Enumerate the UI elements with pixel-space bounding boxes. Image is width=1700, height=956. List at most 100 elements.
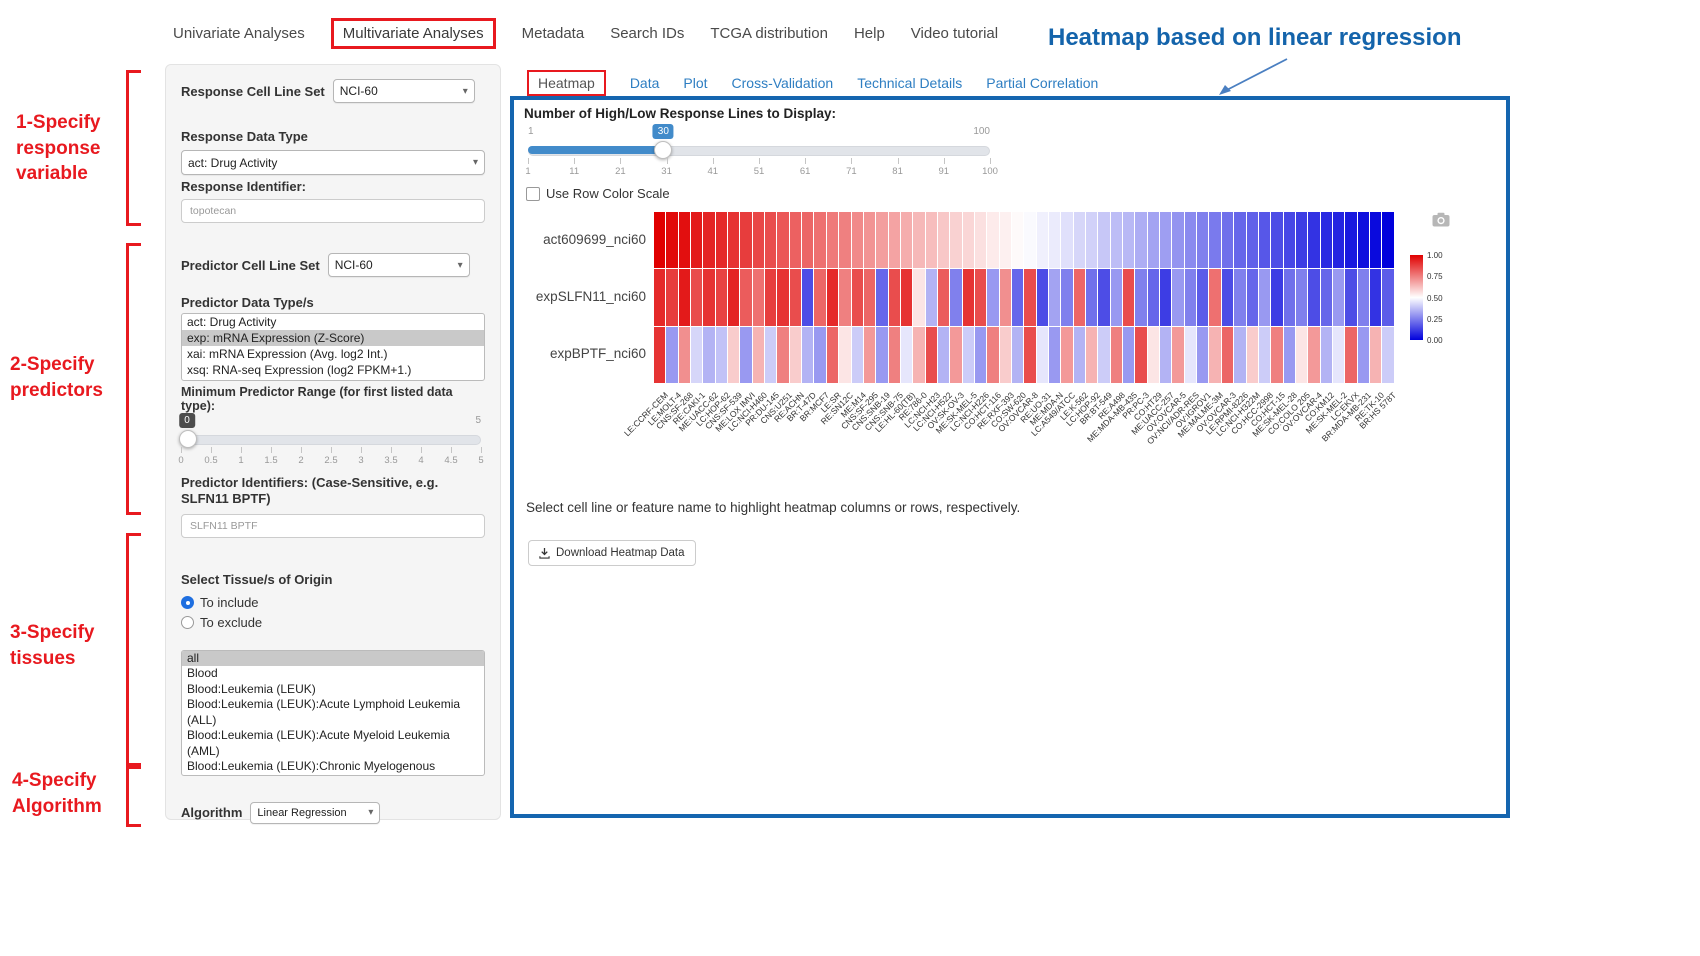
predictor-data-types-listbox[interactable]: act: Drug Activityexp: mRNA Expression (…: [181, 313, 485, 381]
heatmap-grid[interactable]: [654, 212, 1394, 383]
nav-item-help[interactable]: Help: [854, 25, 885, 42]
chevron-down-icon: ▾: [368, 807, 373, 818]
heatmap-cell: [852, 269, 863, 325]
listbox-option[interactable]: Blood:Leukemia (LEUK):Chronic Myelogenou…: [182, 759, 484, 776]
tab-technical-details[interactable]: Technical Details: [857, 75, 962, 91]
heatmap-row: [654, 212, 1394, 268]
heatmap-cell: [913, 212, 924, 268]
tissue-exclude-radio[interactable]: To exclude: [181, 615, 485, 630]
nav-item-metadata[interactable]: Metadata: [522, 25, 585, 42]
heatmap-cell: [654, 212, 665, 268]
download-heatmap-button[interactable]: Download Heatmap Data: [528, 540, 696, 566]
tab-partial-correlation[interactable]: Partial Correlation: [986, 75, 1098, 91]
heatmap-cell: [864, 269, 875, 325]
heatmap-cell: [691, 269, 702, 325]
predictor-identifiers-input[interactable]: [181, 514, 485, 538]
listbox-option[interactable]: Blood:Leukemia (LEUK): [182, 682, 484, 698]
tab-cross-validation[interactable]: Cross-Validation: [732, 75, 834, 91]
tab-data[interactable]: Data: [630, 75, 660, 91]
slider-tick-label: 3: [358, 455, 363, 466]
heatmap-cell: [691, 212, 702, 268]
slider-handle[interactable]: [179, 430, 197, 448]
heatmap-cell: [839, 327, 850, 383]
heatmap-row-label[interactable]: act609699_nci60: [524, 232, 646, 247]
response-cell-line-set-value: NCI-60: [340, 84, 378, 98]
listbox-option[interactable]: Blood: [182, 666, 484, 682]
heatmap-cell: [864, 327, 875, 383]
heatmap-cell: [777, 212, 788, 268]
camera-icon[interactable]: [1432, 212, 1450, 232]
predictor-data-types-label: Predictor Data Type/s: [181, 295, 485, 310]
heatmap-cell: [1185, 327, 1196, 383]
heatmap-cell: [950, 327, 961, 383]
listbox-option[interactable]: act: Drug Activity: [182, 314, 484, 330]
heatmap-cell: [1345, 327, 1356, 383]
annotation-bracket3: [126, 533, 141, 769]
heatmap-row-label[interactable]: expBPTF_nci60: [524, 346, 646, 361]
heatmap-cell: [1160, 269, 1171, 325]
heatmap-cell: [901, 327, 912, 383]
heatmap-cell: [1259, 212, 1270, 268]
heatmap-cell: [1123, 327, 1134, 383]
slider-tick-label: 3.5: [384, 455, 397, 466]
heatmap-cell: [938, 269, 949, 325]
heatmap-row-label[interactable]: expSLFN11_nci60: [524, 289, 646, 304]
slider-track[interactable]: [181, 435, 481, 445]
heatmap-cell: [1074, 212, 1085, 268]
heatmap-cell: [1172, 212, 1183, 268]
heatmap-cell: [926, 269, 937, 325]
nav-item-tcga-distribution[interactable]: TCGA distribution: [710, 25, 828, 42]
heatmap-cell: [864, 212, 875, 268]
response-data-type-label: Response Data Type: [181, 129, 485, 144]
heatmap-cell: [1271, 269, 1282, 325]
listbox-option[interactable]: all: [182, 651, 484, 667]
heatmap-cell: [1135, 212, 1146, 268]
heatmap-cell: [1037, 327, 1048, 383]
slider-tick: [241, 447, 242, 453]
algorithm-select[interactable]: Linear Regression ▾: [250, 802, 380, 824]
slider-tick: [805, 158, 806, 164]
heatmap-cell: [1172, 327, 1183, 383]
min-predictor-range-slider[interactable]: 5000.511.522.533.544.55: [181, 415, 481, 469]
listbox-option[interactable]: xai: mRNA Expression (Avg. log2 Int.): [182, 346, 484, 362]
heatmap-row: [654, 327, 1394, 383]
nav-item-search-ids[interactable]: Search IDs: [610, 25, 684, 42]
response-cell-line-set-select[interactable]: NCI-60 ▾: [333, 79, 475, 103]
predictor-cell-line-set-select[interactable]: NCI-60 ▾: [328, 253, 470, 277]
response-lines-slider[interactable]: 1100301112131415161718191100: [528, 126, 990, 182]
tab-heatmap[interactable]: Heatmap: [527, 70, 606, 96]
nav-item-multivariate-analyses[interactable]: Multivariate Analyses: [331, 18, 496, 49]
listbox-option[interactable]: Blood:Leukemia (LEUK):Acute Myeloid Leuk…: [182, 728, 484, 759]
heatmap-cell: [753, 269, 764, 325]
heatmap-cell: [1296, 269, 1307, 325]
radio-icon: [181, 616, 194, 629]
listbox-option[interactable]: Blood:Leukemia (LEUK):Acute Lymphoid Leu…: [182, 697, 484, 728]
heatmap-cell: [1308, 269, 1319, 325]
row-color-scale-checkbox[interactable]: Use Row Color Scale: [526, 186, 670, 201]
slider-tick: [574, 158, 575, 164]
heatmap-hint-text: Select cell line or feature name to high…: [526, 500, 1020, 515]
heatmap-cell: [1123, 212, 1134, 268]
heatmap-cell: [950, 212, 961, 268]
heatmap-cell: [1382, 327, 1393, 383]
nav-item-video-tutorial[interactable]: Video tutorial: [911, 25, 998, 42]
slider-tick-label: 31: [661, 166, 672, 177]
response-identifier-input[interactable]: [181, 199, 485, 223]
tissue-include-radio[interactable]: To include: [181, 595, 485, 610]
colorbar-tick-label: 0.00: [1427, 336, 1443, 345]
heatmap-cell: [728, 327, 739, 383]
response-data-type-select[interactable]: act: Drug Activity ▾: [181, 150, 485, 175]
slider-tick: [713, 158, 714, 164]
slider-handle[interactable]: [654, 141, 672, 159]
listbox-option[interactable]: exp: mRNA Expression (Z-Score): [182, 330, 484, 346]
colorbar-tick-label: 0.50: [1427, 294, 1443, 303]
nav-item-univariate-analyses[interactable]: Univariate Analyses: [173, 25, 305, 42]
heatmap-cell: [679, 327, 690, 383]
listbox-option[interactable]: xsq: RNA-seq Expression (log2 FPKM+1.): [182, 362, 484, 378]
heatmap-cell: [790, 212, 801, 268]
algorithm-value: Linear Regression: [257, 807, 346, 819]
tissue-listbox[interactable]: allBloodBlood:Leukemia (LEUK)Blood:Leuke…: [181, 650, 485, 776]
tab-plot[interactable]: Plot: [683, 75, 707, 91]
heatmap-cell: [1000, 327, 1011, 383]
heatmap-cell: [987, 212, 998, 268]
